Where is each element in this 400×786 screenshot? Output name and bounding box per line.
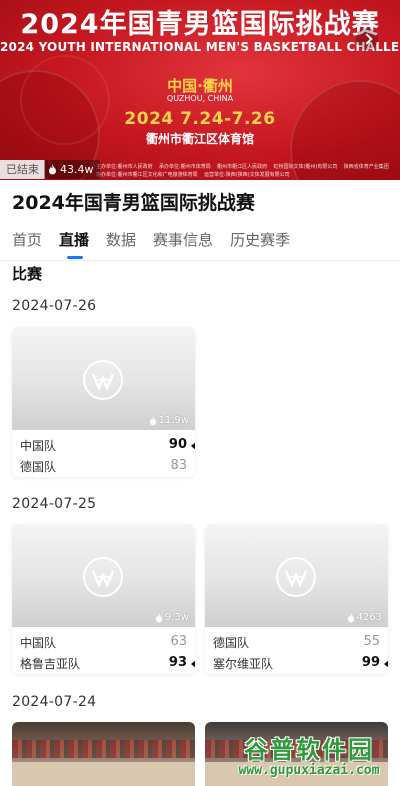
- views-count: 4263: [356, 612, 382, 623]
- winner-marker-icon: [191, 660, 195, 668]
- fire-icon: [155, 612, 163, 622]
- game-card[interactable]: 9.3w 中国队 63 格鲁吉亚队 93: [12, 524, 195, 674]
- date-heading: 2024-07-26: [12, 298, 97, 314]
- team-row: 格鲁吉亚队 93: [20, 655, 195, 674]
- watermark-url: www.gupuxiazai.com: [238, 763, 380, 778]
- team-name: 德国队: [20, 460, 57, 474]
- team-row: 中国队 63: [20, 634, 187, 654]
- banner-city: 中国·衢州: [167, 77, 233, 95]
- view-count: 43.4w: [60, 163, 94, 176]
- fire-icon: [347, 612, 354, 622]
- team-score: 83: [170, 458, 187, 473]
- date-heading: 2024-07-25: [12, 496, 97, 512]
- banner-sponsors: 主办单位:衢州市人民政府 承办单位:衢州市体育局 衢州市衢江区人民政府 虹桥国际…: [96, 164, 389, 178]
- stands-graphic: [12, 740, 195, 758]
- watermark-logo: 谷普软件园 www.gupuxiazai.com: [218, 730, 400, 786]
- game-thumbnail: 11.9w: [12, 327, 195, 430]
- section-label: 比赛: [12, 265, 43, 283]
- view-count-badge: 43.4w: [44, 160, 100, 179]
- event-banner[interactable]: 2024年国青男篮国际挑战赛 2024 YOUTH INTERNATIONAL …: [0, 0, 400, 180]
- tab-live[interactable]: 直播: [59, 229, 89, 259]
- page-title: 2024年国青男篮国际挑战赛: [12, 192, 255, 214]
- banner-city-en: QUZHOU, CHINA: [166, 94, 234, 103]
- team-score: 99: [361, 655, 380, 670]
- banner-venue: 衢州市衢江区体育馆: [145, 132, 254, 146]
- team-name: 中国队: [20, 636, 57, 650]
- tab-event-info[interactable]: 赛事信息: [153, 229, 213, 259]
- team-name: 中国队: [20, 439, 57, 453]
- team-name: 格鲁吉亚队: [20, 657, 81, 671]
- team-score: 63: [170, 634, 187, 649]
- tab-bar: 首页 直播 数据 赛事信息 历史赛季: [12, 229, 307, 259]
- logo-icon: [83, 360, 123, 400]
- game-thumbnail: 4263: [205, 524, 388, 627]
- team-row: 德国队 55: [213, 634, 380, 654]
- fire-icon: [49, 164, 56, 175]
- tab-history[interactable]: 历史赛季: [230, 229, 290, 259]
- winner-marker-icon: [191, 442, 195, 450]
- tab-data[interactable]: 数据: [106, 229, 136, 259]
- status-badge: 已结束: [0, 160, 45, 179]
- team-row: 德国队 83: [20, 458, 187, 477]
- game-views: 9.3w: [155, 612, 189, 623]
- banner-title: 2024年国青男篮国际挑战赛: [20, 9, 380, 40]
- court-graphic: [12, 762, 195, 786]
- views-count: 9.3w: [164, 612, 189, 623]
- share-icon[interactable]: [356, 28, 378, 50]
- date-heading: 2024-07-24: [12, 694, 97, 710]
- views-count: 11.9w: [158, 415, 189, 426]
- team-row: 中国队 90: [20, 437, 195, 457]
- banner-subtitle: 2024 YOUTH INTERNATIONAL MEN'S BASKETBAL…: [0, 40, 400, 54]
- watermark-text: 谷普软件园: [244, 736, 374, 764]
- fire-icon: [149, 415, 156, 425]
- game-views: 4263: [347, 612, 382, 623]
- team-score: 55: [363, 634, 380, 649]
- team-name: 塞尔维亚队: [213, 657, 274, 671]
- logo-icon: [83, 557, 123, 597]
- team-row: 塞尔维亚队 99: [213, 655, 388, 674]
- divider: [0, 260, 400, 261]
- team-score: 93: [168, 655, 187, 670]
- game-views: 11.9w: [149, 415, 189, 426]
- game-thumbnail-photo[interactable]: [12, 722, 195, 786]
- logo-icon: [276, 557, 316, 597]
- game-card[interactable]: 4263 德国队 55 塞尔维亚队 99: [205, 524, 388, 674]
- game-thumbnail: 9.3w: [12, 524, 195, 627]
- team-score: 90: [168, 437, 187, 452]
- game-card[interactable]: 11.9w 中国队 90 德国队 83: [12, 327, 195, 477]
- tab-home[interactable]: 首页: [12, 229, 42, 259]
- banner-date: 2024 7.24-7.26: [124, 109, 276, 129]
- winner-marker-icon: [384, 660, 388, 668]
- team-name: 德国队: [213, 636, 250, 650]
